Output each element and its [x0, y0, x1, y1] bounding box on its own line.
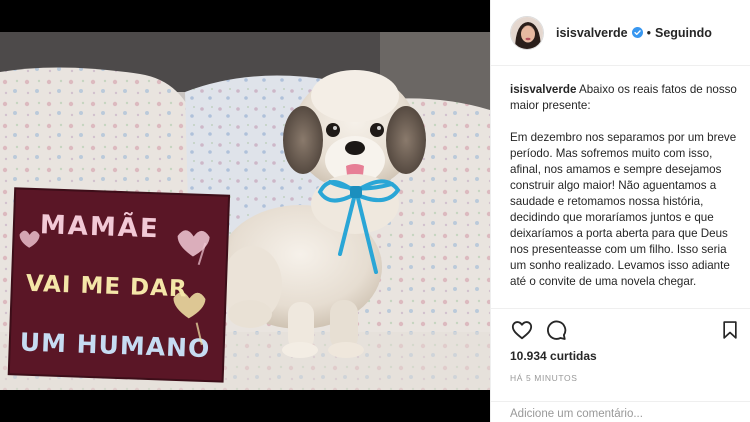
speech-bubble-icon [547, 320, 567, 340]
post-actions: 10.934 curtidas HÁ 5 MINUTOS [491, 308, 750, 422]
caption-text-start: Abaixo os reais fatos de nosso [576, 83, 737, 96]
save-button[interactable] [717, 317, 743, 343]
caption-line: decidindo que moraríamos juntos e que [510, 211, 714, 224]
caption-username[interactable]: isisvalverde [510, 83, 576, 96]
caption-line: nos presenteasse com um filho. Isso seri… [510, 243, 727, 256]
caption-line: maior presente: [510, 99, 591, 112]
sign-line-1: MAMÃE [39, 208, 160, 244]
post-username[interactable]: isisvalverde [556, 26, 628, 40]
caption-line: deixaríamos a porta aberta para que Deus [510, 227, 728, 240]
caption-line: construir algo maior! Não aguentamos a [510, 179, 717, 192]
caption-line: período. Mas sofremos muito com isso, [510, 147, 713, 160]
post-timestamp: HÁ 5 MINUTOS [510, 373, 578, 383]
like-button[interactable] [509, 317, 535, 343]
caption-line: Em dezembro nos separamos por um breve [510, 131, 737, 144]
comment-button[interactable] [543, 317, 569, 343]
caption-line: afinal, nos amamos e sempre desejamos [510, 163, 722, 176]
action-bar [507, 317, 743, 345]
post-header: isisvalverde • Seguindo [491, 0, 750, 66]
caption-paragraph-gap [510, 114, 742, 130]
following-button[interactable]: Seguindo [655, 26, 712, 40]
post-photo[interactable]: MAMÃE VAI ME DAR UM HUMANO [0, 32, 490, 390]
chalk-sign: MAMÃE VAI ME DAR UM HUMANO [7, 187, 231, 383]
likes-count[interactable]: 10.934 curtidas [510, 349, 597, 363]
caption-line: até o convite de uma novela chegar. [510, 275, 697, 288]
caption-line: um sonho realizado. Levamos isso adiante [510, 259, 730, 272]
caption-line: saudade e retomamos nossa história, [510, 195, 704, 208]
separator-dot: • [646, 25, 651, 40]
comment-input[interactable] [510, 406, 740, 422]
caption-line-1: isisvalverde Abaixo os reais fatos de no… [510, 82, 742, 98]
avatar[interactable] [510, 15, 544, 50]
verified-badge-icon [631, 27, 643, 38]
comment-box [491, 401, 750, 422]
heart-icon [511, 321, 533, 340]
post-side-panel: isisvalverde • Seguindo isisvalverde Aba… [490, 0, 750, 422]
post-photo-pane: MAMÃE VAI ME DAR UM HUMANO [0, 0, 490, 422]
header-text: isisvalverde • Seguindo [556, 26, 712, 40]
dog-photo-illustration: MAMÃE VAI ME DAR UM HUMANO [0, 32, 490, 390]
post-caption: isisvalverde Abaixo os reais fatos de no… [510, 82, 742, 308]
bookmark-icon [723, 321, 737, 339]
